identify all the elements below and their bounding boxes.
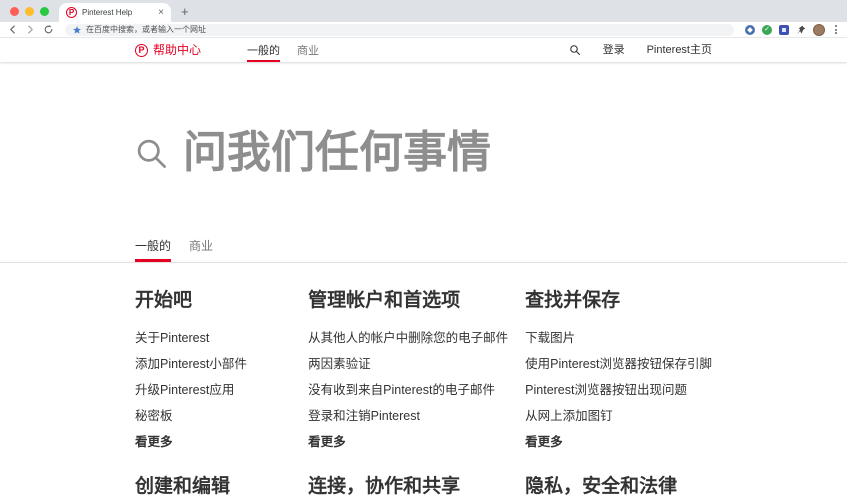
see-more-link[interactable]: 看更多 bbox=[525, 435, 563, 449]
list-item: 关于Pinterest bbox=[135, 321, 291, 347]
extension-icons: ✓ bbox=[745, 23, 840, 36]
content-tabs-bar: 一般的 商业 bbox=[0, 239, 847, 264]
browser-tab-strip: P Pinterest Help × + bbox=[0, 0, 847, 22]
pushpin-extension-icon[interactable] bbox=[796, 25, 806, 35]
list-item: 从其他人的帐户中删除您的电子邮件 bbox=[308, 321, 508, 347]
hero-search bbox=[135, 62, 712, 178]
profile-avatar[interactable] bbox=[813, 23, 825, 36]
section-title: 查找并保存 bbox=[525, 290, 621, 312]
list-item: 使用Pinterest浏览器按钮保存引脚 bbox=[525, 347, 712, 373]
article-link[interactable]: 登录和注销Pinterest bbox=[308, 409, 420, 423]
article-link[interactable]: 从其他人的帐户中删除您的电子邮件 bbox=[308, 331, 508, 345]
article-link[interactable]: 使用Pinterest浏览器按钮保存引脚 bbox=[525, 357, 712, 371]
browser-window: P Pinterest Help × + 在百度中搜索，或者输入一个网址 ✓ P… bbox=[0, 0, 847, 500]
site-badge-icon bbox=[73, 25, 81, 34]
compass-extension-icon[interactable] bbox=[745, 24, 755, 35]
hero-search-input[interactable] bbox=[183, 128, 703, 178]
forward-icon[interactable] bbox=[25, 24, 36, 35]
logo-label: 帮助中心 bbox=[153, 43, 202, 57]
section-get-started: 开始吧 关于Pinterest 添加Pinterest小部件 升级Pintere… bbox=[135, 291, 291, 451]
section-title: 开始吧 bbox=[135, 290, 193, 312]
back-icon[interactable] bbox=[7, 24, 18, 35]
header-tab-general[interactable]: 一般的 bbox=[247, 38, 281, 62]
section-find-save: 查找并保存 下载图片 使用Pinterest浏览器按钮保存引脚 Pinteres… bbox=[525, 291, 712, 451]
pinterest-help-logo[interactable]: P 帮助中心 bbox=[135, 43, 202, 57]
article-link[interactable]: 从网上添加图钉 bbox=[525, 409, 613, 423]
browser-toolbar: 在百度中搜索，或者输入一个网址 ✓ bbox=[0, 22, 847, 38]
search-icon[interactable] bbox=[569, 44, 581, 56]
window-minimize-button[interactable] bbox=[25, 6, 34, 16]
tab-title: Pinterest Help bbox=[82, 8, 133, 17]
window-zoom-button[interactable] bbox=[40, 6, 49, 16]
window-controls bbox=[6, 6, 59, 16]
bookmark-extension-icon[interactable] bbox=[779, 24, 789, 35]
article-link[interactable]: Pinterest浏览器按钮出现问题 bbox=[525, 383, 687, 397]
pinterest-logo-icon: P bbox=[135, 43, 148, 57]
header-tab-business[interactable]: 商业 bbox=[297, 38, 319, 62]
tab-close-icon[interactable]: × bbox=[158, 7, 164, 18]
browser-tab[interactable]: P Pinterest Help × bbox=[59, 3, 171, 22]
list-item: 看更多 bbox=[135, 425, 291, 451]
window-close-button[interactable] bbox=[10, 6, 19, 16]
pinterest-favicon-icon: P bbox=[66, 7, 77, 18]
see-more-link[interactable]: 看更多 bbox=[308, 435, 346, 449]
site-header: P 帮助中心 一般的 商业 登录 Pinterest主页 bbox=[0, 38, 847, 62]
address-bar[interactable]: 在百度中搜索，或者输入一个网址 bbox=[65, 23, 734, 36]
article-link[interactable]: 秘密板 bbox=[135, 409, 173, 423]
section-title: 管理帐户和首选项 bbox=[308, 290, 461, 312]
article-link[interactable]: 两因素验证 bbox=[308, 357, 371, 371]
hero-search-icon bbox=[137, 139, 166, 168]
section-title: 隐私，安全和法律 bbox=[525, 476, 678, 498]
list-item: 两因素验证 bbox=[308, 347, 508, 373]
section-title: 连接，协作和共享 bbox=[308, 476, 461, 498]
reload-icon[interactable] bbox=[43, 24, 54, 35]
section-manage-account: 管理帐户和首选项 从其他人的帐户中删除您的电子邮件 两因素验证 没有收到来自Pi… bbox=[308, 291, 508, 451]
header-nav: 一般的 商业 bbox=[247, 38, 319, 62]
section-title: 创建和编辑 bbox=[135, 476, 231, 498]
new-tab-button[interactable]: + bbox=[181, 5, 189, 18]
list-item: Pinterest浏览器按钮出现问题 bbox=[525, 373, 712, 399]
section-create-edit: 创建和编辑 根据您的照片创建图钉 bbox=[135, 477, 291, 500]
list-item: 登录和注销Pinterest bbox=[308, 399, 508, 425]
list-item: 看更多 bbox=[525, 425, 712, 451]
browser-menu-icon[interactable] bbox=[832, 25, 840, 34]
list-item: 没有收到来自Pinterest的电子邮件 bbox=[308, 373, 508, 399]
list-item: 添加Pinterest小部件 bbox=[135, 347, 291, 373]
login-link[interactable]: 登录 bbox=[603, 44, 625, 56]
list-item: 看更多 bbox=[308, 425, 508, 451]
header-right: 登录 Pinterest主页 bbox=[569, 44, 712, 56]
article-link[interactable]: 添加Pinterest小部件 bbox=[135, 357, 247, 371]
section-connect-share: 连接，协作和共享 寻找并关注人 bbox=[308, 477, 508, 500]
content-tab-business[interactable]: 商业 bbox=[189, 239, 213, 262]
article-link[interactable]: 下载图片 bbox=[525, 331, 575, 345]
address-bar-placeholder: 在百度中搜索，或者输入一个网址 bbox=[86, 24, 206, 34]
list-item: 下载图片 bbox=[525, 321, 712, 347]
content-tab-general[interactable]: 一般的 bbox=[135, 239, 172, 263]
list-item: 从网上添加图钉 bbox=[525, 399, 712, 425]
section-privacy-safety: 隐私，安全和法律 Pinterest上的个性化广告 bbox=[525, 477, 712, 500]
list-item: 升级Pinterest应用 bbox=[135, 373, 291, 399]
pinterest-home-link[interactable]: Pinterest主页 bbox=[647, 44, 712, 56]
main-content: 一般的 商业 开始吧 关于Pinterest 添加Pinterest小部件 升级… bbox=[0, 62, 847, 500]
article-link[interactable]: 关于Pinterest bbox=[135, 331, 209, 345]
article-link[interactable]: 升级Pinterest应用 bbox=[135, 383, 234, 397]
check-extension-icon[interactable]: ✓ bbox=[762, 24, 772, 35]
article-link[interactable]: 没有收到来自Pinterest的电子邮件 bbox=[308, 383, 495, 397]
topic-grid: 开始吧 关于Pinterest 添加Pinterest小部件 升级Pintere… bbox=[135, 291, 712, 500]
see-more-link[interactable]: 看更多 bbox=[135, 435, 173, 449]
list-item: 秘密板 bbox=[135, 399, 291, 425]
